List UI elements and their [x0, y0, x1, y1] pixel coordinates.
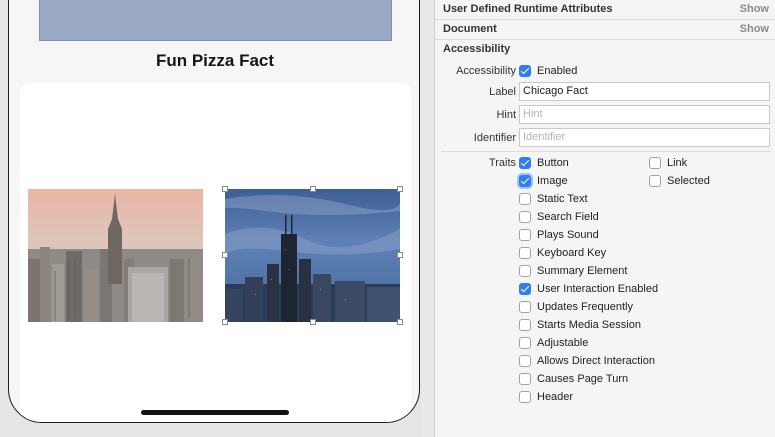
section-document[interactable]: Document Show	[435, 20, 775, 40]
section-title: Document	[443, 23, 497, 35]
accessibility-identifier-field[interactable]: Identifier	[519, 128, 770, 147]
chicago-image[interactable]	[225, 189, 400, 322]
show-button[interactable]: Show	[740, 23, 769, 35]
header-image-view[interactable]	[39, 0, 392, 41]
trait-button-checkbox[interactable]	[519, 157, 531, 169]
accessibility-caption: Accessibility	[456, 65, 516, 77]
trait-link-label: Link	[667, 157, 688, 169]
trait-image-label: Image	[537, 175, 568, 187]
trait-updates-frequently-label: Updates Frequently	[537, 301, 633, 313]
section-user-defined-runtime-attributes[interactable]: User Defined Runtime Attributes Show	[435, 0, 775, 20]
resize-handle-bottom-right[interactable]	[397, 319, 403, 325]
trait-static-text-checkbox[interactable]	[519, 193, 531, 205]
device-frame: Fun Pizza Fact	[8, 0, 420, 423]
trait-keyboard-key-label: Keyboard Key	[537, 247, 607, 259]
resize-handle-bottom-left[interactable]	[222, 319, 228, 325]
hint-caption: Hint	[496, 109, 516, 121]
trait-link-checkbox[interactable]	[649, 157, 661, 169]
show-button[interactable]: Show	[740, 3, 769, 15]
trait-adjustable-label: Adjustable	[537, 337, 589, 349]
trait-header-label: Header	[537, 391, 574, 403]
separator	[441, 151, 771, 152]
trait-plays-sound-label: Plays Sound	[537, 229, 599, 241]
trait-keyboard-key-checkbox[interactable]	[519, 247, 531, 259]
xcode-window: Fun Pizza Fact User Defined Runtime Attr…	[0, 0, 775, 437]
trait-search-field-checkbox[interactable]	[519, 211, 531, 223]
accessibility-enabled-checkbox[interactable]	[519, 65, 531, 77]
resize-handle-top-center[interactable]	[310, 186, 316, 192]
trait-starts-media-session-checkbox[interactable]	[519, 319, 531, 331]
trait-header-checkbox[interactable]	[519, 391, 531, 403]
trait-summary-element-label: Summary Element	[537, 265, 628, 277]
trait-summary-element-checkbox[interactable]	[519, 265, 531, 277]
trait-static-text-label: Static Text	[537, 193, 588, 205]
trait-image-checkbox[interactable]	[519, 175, 531, 187]
trait-selected-label: Selected	[667, 175, 710, 187]
identifier-caption: Identifier	[473, 132, 516, 144]
traits-caption: Traits	[488, 157, 516, 169]
trait-allows-direct-interaction-checkbox[interactable]	[519, 355, 531, 367]
resize-handle-top-left[interactable]	[222, 186, 228, 192]
home-indicator	[141, 410, 289, 415]
resize-handle-top-right[interactable]	[397, 186, 403, 192]
fact-title-label[interactable]: Fun Pizza Fact	[9, 51, 419, 71]
trait-starts-media-session-label: Starts Media Session	[537, 319, 641, 331]
trait-updates-frequently-checkbox[interactable]	[519, 301, 531, 313]
resize-handle-middle-left[interactable]	[222, 252, 228, 258]
trait-button-label: Button	[537, 157, 569, 169]
section-accessibility: Accessibility	[435, 40, 775, 60]
trait-selected-checkbox[interactable]	[649, 175, 661, 187]
resize-handle-middle-right[interactable]	[397, 252, 403, 258]
identity-inspector: User Defined Runtime Attributes Show Doc…	[435, 0, 775, 437]
storyboard-canvas[interactable]: Fun Pizza Fact	[0, 0, 422, 437]
trait-causes-page-turn-checkbox[interactable]	[519, 373, 531, 385]
section-title: Accessibility	[443, 43, 511, 55]
trait-allows-direct-interaction-label: Allows Direct Interaction	[537, 355, 655, 367]
accessibility-enabled-label: Enabled	[537, 65, 578, 77]
resize-handle-bottom-center[interactable]	[310, 319, 316, 325]
new-york-skyline-picture	[28, 189, 203, 322]
label-caption: Label	[489, 86, 516, 98]
chicago-skyline-picture	[225, 189, 400, 322]
trait-adjustable-checkbox[interactable]	[519, 337, 531, 349]
accessibility-label-field[interactable]: Chicago Fact	[519, 82, 770, 101]
trait-user-interaction-enabled-label: User Interaction Enabled	[537, 283, 659, 295]
accessibility-hint-field[interactable]: Hint	[519, 105, 770, 124]
trait-search-field-label: Search Field	[537, 211, 599, 223]
trait-user-interaction-enabled-checkbox[interactable]	[519, 283, 531, 295]
new-york-image[interactable]	[28, 189, 203, 322]
section-title: User Defined Runtime Attributes	[443, 3, 613, 15]
content-card	[20, 83, 411, 422]
trait-causes-page-turn-label: Causes Page Turn	[537, 373, 629, 385]
trait-plays-sound-checkbox[interactable]	[519, 229, 531, 241]
